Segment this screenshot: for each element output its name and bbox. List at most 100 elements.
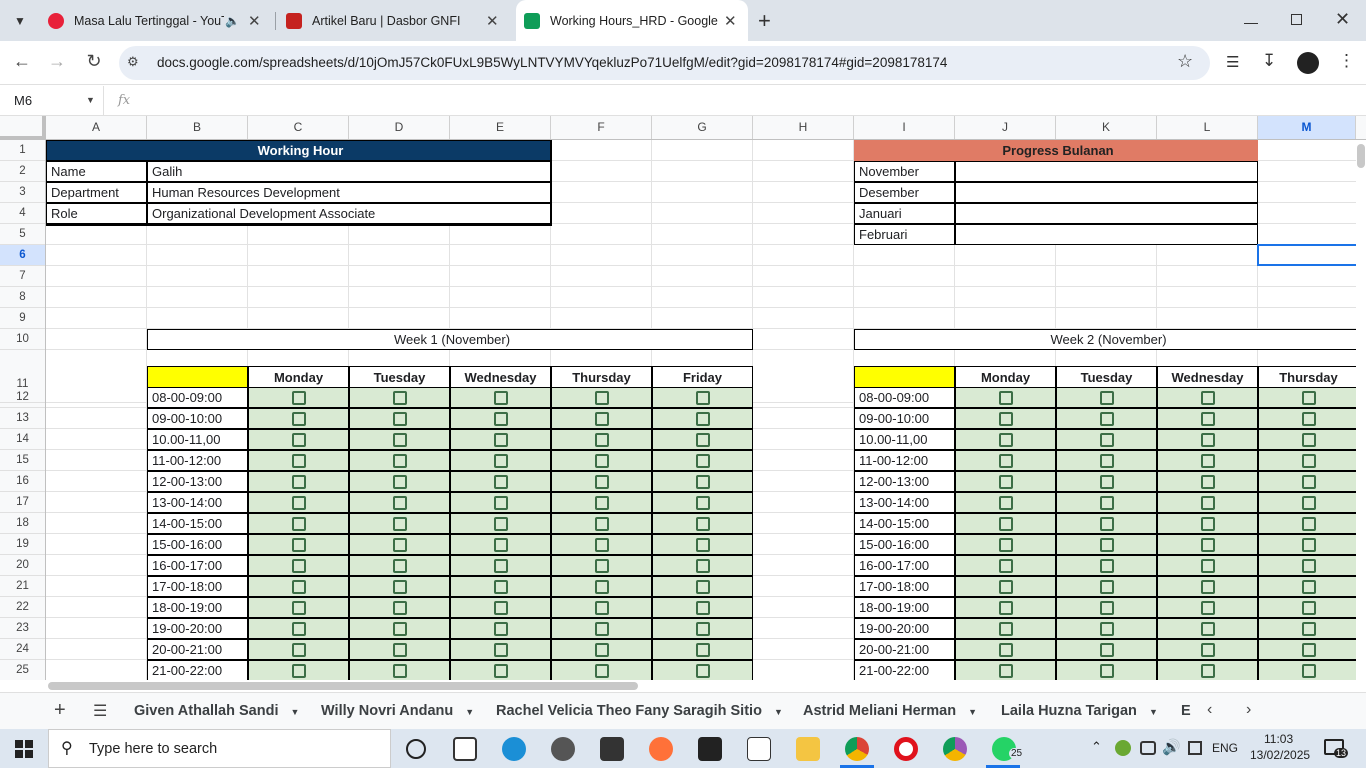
row-header[interactable]: 6 [0,245,45,266]
checkbox[interactable] [493,537,508,552]
menu-icon[interactable]: ⋮ [1338,51,1355,71]
time-slot[interactable]: 15-00-16:00 [147,534,248,555]
minimize-icon[interactable] [1244,10,1258,24]
checkbox[interactable] [1099,516,1114,531]
dropbox-icon[interactable] [698,737,722,761]
checkbox[interactable] [594,537,609,552]
checkbox[interactable] [998,453,1013,468]
checkbox[interactable] [493,579,508,594]
all-sheets-icon[interactable]: ☰ [93,701,107,721]
checkbox[interactable] [1200,411,1215,426]
row-header[interactable]: 22 [0,597,45,618]
battery-icon[interactable] [1188,741,1202,755]
checkbox[interactable] [1200,642,1215,657]
checkbox[interactable] [291,516,306,531]
column-header[interactable]: J [955,116,1056,139]
bookmark-star-icon[interactable]: ☆ [1177,51,1193,72]
column-header[interactable]: D [349,116,450,139]
checkbox[interactable] [594,600,609,615]
checkbox[interactable] [1301,621,1316,636]
clock-time[interactable]: 11:03 [1264,732,1293,746]
time-slot[interactable]: 16-00-17:00 [854,555,955,576]
column-header[interactable]: H [753,116,854,139]
checkbox[interactable] [392,642,407,657]
checkbox[interactable] [291,474,306,489]
week-title[interactable]: Week 1 (November) [147,329,753,350]
browser-tab-youtube[interactable]: Masa Lalu Tertinggal - YouT 🔈 ✕ [40,0,272,41]
time-slot[interactable]: 20-00-21:00 [854,639,955,660]
checkbox[interactable] [1301,663,1316,678]
row-header[interactable]: 18 [0,513,45,534]
time-slot[interactable]: 10.00-11,00 [147,429,248,450]
sheet-tab[interactable]: Laila Huzna Tarigan ▼ [1001,693,1158,730]
checkbox[interactable] [291,453,306,468]
close-tab-icon[interactable]: ✕ [486,12,499,30]
clock-date[interactable]: 13/02/2025 [1250,748,1310,762]
checkbox[interactable] [291,579,306,594]
checkbox[interactable] [493,558,508,573]
checkbox[interactable] [493,453,508,468]
checkbox[interactable] [1099,390,1114,405]
column-header[interactable]: C [248,116,349,139]
time-slot[interactable]: 12-00-13:00 [147,471,248,492]
checkbox[interactable] [1301,516,1316,531]
checkbox[interactable] [1099,621,1114,636]
opera-icon[interactable] [894,737,918,761]
checkbox[interactable] [594,453,609,468]
checkbox[interactable] [695,663,710,678]
column-header[interactable]: I [854,116,955,139]
checkbox[interactable] [1301,474,1316,489]
checkbox[interactable] [998,474,1013,489]
column-header-selected[interactable]: M [1258,116,1356,139]
firefox-icon[interactable] [649,737,673,761]
checkbox[interactable] [493,432,508,447]
checkbox[interactable] [1099,642,1114,657]
checkbox[interactable] [594,558,609,573]
time-slot[interactable]: 08-00-09:00 [854,387,955,408]
new-tab-icon[interactable]: + [758,8,771,34]
checkbox[interactable] [1301,495,1316,510]
checkbox[interactable] [392,453,407,468]
row-header[interactable]: 2 [0,161,45,182]
avatar[interactable] [1297,52,1319,74]
week-title[interactable]: Week 2 (November) [854,329,1356,350]
progress-value[interactable] [955,224,1258,245]
chevron-right-icon[interactable]: › [1246,701,1251,719]
progress-value[interactable] [955,203,1258,224]
checkbox[interactable] [695,579,710,594]
checkbox[interactable] [998,516,1013,531]
row-header[interactable]: 9 [0,308,45,329]
checkbox[interactable] [392,432,407,447]
checkbox[interactable] [695,453,710,468]
back-icon[interactable]: ← [10,51,34,72]
time-slot[interactable]: 09-00-10:00 [854,408,955,429]
checkbox[interactable] [1099,663,1114,678]
checkbox[interactable] [594,642,609,657]
checkbox[interactable] [1099,600,1114,615]
sheet-tab[interactable]: Rachel Velicia Theo Fany Saragih Sitio ▼ [496,693,783,730]
checkbox[interactable] [291,411,306,426]
time-slot[interactable]: 14-00-15:00 [854,513,955,534]
time-slot[interactable]: 08-00-09:00 [147,387,248,408]
checkbox[interactable] [998,537,1013,552]
checkbox[interactable] [1301,411,1316,426]
volume-icon[interactable]: 🔊 [1162,738,1181,756]
checkbox[interactable] [1099,453,1114,468]
checkbox[interactable] [493,411,508,426]
column-header[interactable]: L [1157,116,1258,139]
time-slot[interactable]: 11-00-12:00 [854,450,955,471]
edge-icon[interactable] [502,737,526,761]
add-sheet-icon[interactable]: + [54,699,66,722]
checkbox[interactable] [392,474,407,489]
row-header[interactable]: 8 [0,287,45,308]
checkbox[interactable] [1200,432,1215,447]
selected-cell[interactable] [1257,244,1356,266]
row-header[interactable]: 5 [0,224,45,245]
row-header[interactable]: 7 [0,266,45,287]
checkbox[interactable] [695,495,710,510]
name-box[interactable]: M6 ▼ [0,86,104,115]
time-slot[interactable]: 13-00-14:00 [854,492,955,513]
checkbox[interactable] [392,537,407,552]
select-all-corner[interactable] [0,116,46,139]
checkbox[interactable] [1301,537,1316,552]
